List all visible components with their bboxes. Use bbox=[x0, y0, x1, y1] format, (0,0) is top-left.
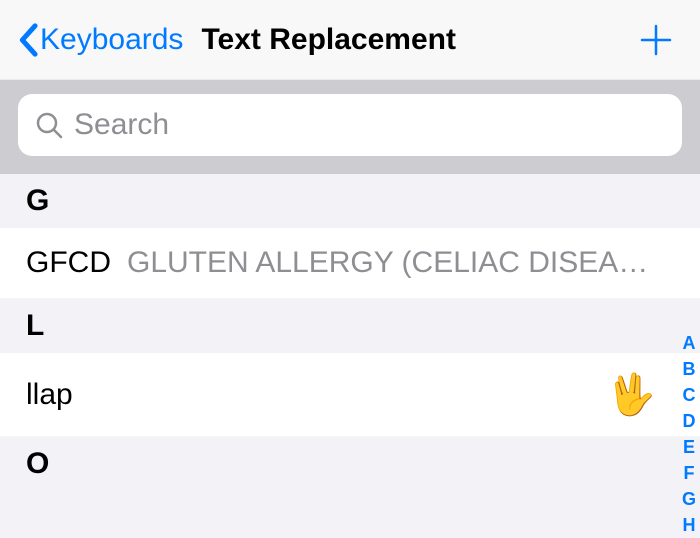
plus-icon bbox=[638, 22, 674, 58]
phrase-text: 🖖 bbox=[89, 371, 656, 418]
search-input[interactable] bbox=[74, 108, 666, 142]
back-button[interactable]: Keyboards bbox=[18, 23, 183, 57]
shortcut-text: llap bbox=[26, 378, 73, 412]
alphabet-index[interactable]: A B C D E F G H bbox=[682, 330, 696, 538]
navigation-header: Keyboards Text Replacement bbox=[0, 0, 700, 80]
search-box[interactable] bbox=[18, 94, 682, 156]
chevron-left-icon bbox=[18, 23, 38, 57]
page-title: Text Replacement bbox=[201, 23, 456, 57]
search-icon bbox=[34, 110, 64, 140]
shortcut-text: GFCD bbox=[26, 246, 111, 280]
index-letter[interactable]: B bbox=[682, 356, 695, 382]
phrase-text: GLUTEN ALLERGY (CELIAC DISEA… bbox=[127, 246, 674, 280]
section-header-g: G bbox=[0, 174, 700, 228]
index-letter[interactable]: G bbox=[682, 486, 696, 512]
index-letter[interactable]: C bbox=[682, 382, 695, 408]
index-letter[interactable]: H bbox=[682, 512, 695, 538]
add-button[interactable] bbox=[638, 22, 674, 58]
index-letter[interactable]: D bbox=[682, 408, 695, 434]
back-label: Keyboards bbox=[40, 23, 183, 57]
search-section bbox=[0, 80, 700, 174]
replacement-row[interactable]: llap 🖖 bbox=[0, 353, 700, 437]
replacement-row[interactable]: GFCD GLUTEN ALLERGY (CELIAC DISEA… bbox=[0, 228, 700, 299]
index-letter[interactable]: A bbox=[682, 330, 695, 356]
section-header-l: L bbox=[0, 299, 700, 353]
index-letter[interactable]: F bbox=[683, 460, 694, 486]
index-letter[interactable]: E bbox=[683, 434, 695, 460]
section-header-o: O bbox=[0, 437, 700, 491]
